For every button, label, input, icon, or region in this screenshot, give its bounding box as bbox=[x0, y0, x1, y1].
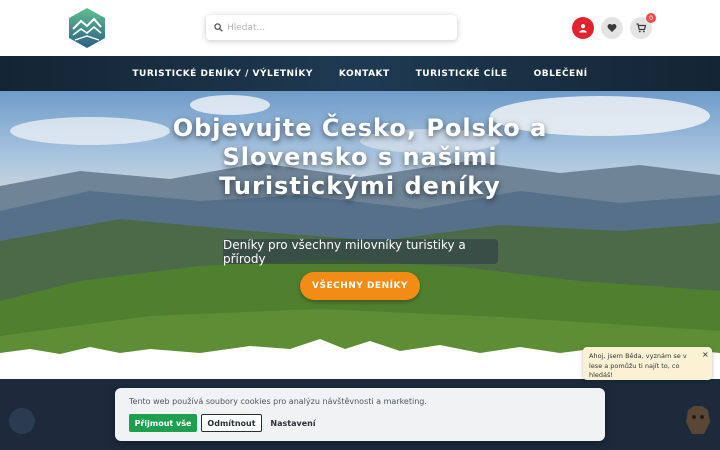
hero-title: Objevujte Česko, Polsko a Slovensko s na… bbox=[172, 114, 548, 200]
heart-icon bbox=[607, 24, 617, 32]
hero-subtitle: Deníky pro všechny milovníky turistiky a… bbox=[223, 238, 498, 266]
cart-count-badge: 0 bbox=[646, 13, 656, 23]
nav-item-destinations[interactable]: TURISTICKÉ CÍLE bbox=[416, 69, 508, 79]
mascot-icon[interactable] bbox=[684, 404, 712, 436]
search-input[interactable] bbox=[227, 22, 447, 33]
circle-icon bbox=[9, 408, 35, 434]
chat-message: Ahoj, jsem Běda, vyznám se v lese a pomů… bbox=[589, 352, 687, 379]
user-icon bbox=[579, 24, 587, 33]
site-header: 0 bbox=[0, 0, 720, 56]
nav-item-clothing[interactable]: OBLEČENÍ bbox=[534, 69, 588, 79]
nav-item-contact[interactable]: KONTAKT bbox=[339, 69, 390, 79]
nav-item-travel-diaries[interactable]: TURISTICKÉ DENÍKY / VÝLETNÍKY bbox=[132, 69, 312, 79]
chat-bubble[interactable]: Ahoj, jsem Běda, vyznám se v lese a pomů… bbox=[583, 347, 712, 380]
decline-button[interactable]: Odmítnout bbox=[201, 414, 262, 432]
close-icon[interactable]: × bbox=[702, 350, 709, 359]
account-button[interactable] bbox=[572, 17, 594, 39]
settings-button[interactable]: Nastavení bbox=[269, 414, 317, 432]
all-diaries-button[interactable]: VŠECHNY DENÍKY bbox=[300, 272, 420, 300]
cart-icon bbox=[636, 23, 646, 33]
hero-section: Objevujte Česko, Polsko a Slovensko s na… bbox=[0, 91, 720, 379]
wishlist-button[interactable] bbox=[601, 17, 623, 39]
logo-icon[interactable] bbox=[67, 7, 107, 49]
search-icon bbox=[214, 23, 223, 32]
cookie-banner: Tento web používá soubory cookies pro an… bbox=[115, 388, 605, 441]
accept-all-button[interactable]: Přijmout vše bbox=[129, 414, 197, 432]
search-box[interactable] bbox=[206, 15, 457, 40]
main-navigation: TURISTICKÉ DENÍKY / VÝLETNÍKY KONTAKT TU… bbox=[0, 56, 720, 91]
cookie-text: Tento web používá soubory cookies pro an… bbox=[129, 397, 427, 406]
